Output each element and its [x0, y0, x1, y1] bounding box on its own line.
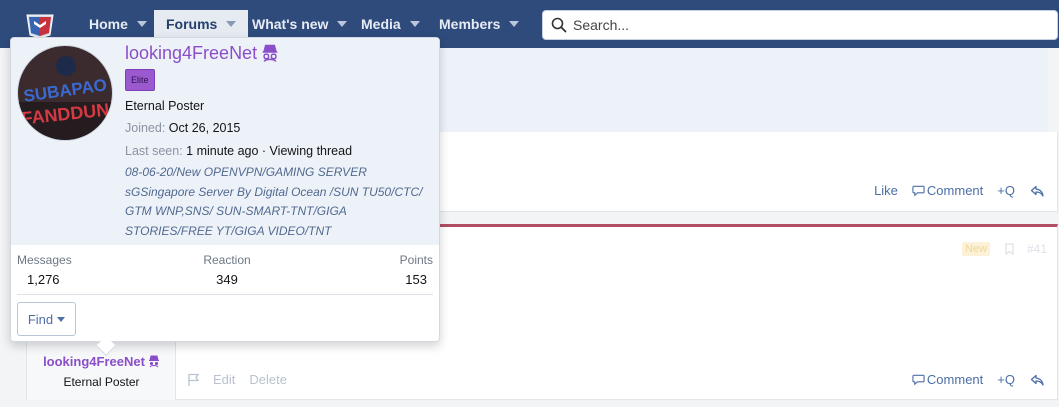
post-mod-actions: Edit Delete — [187, 372, 301, 387]
stat-reaction: Reaction 349 — [203, 253, 251, 287]
comment-button[interactable]: Comment — [912, 183, 983, 198]
chevron-down-icon[interactable] — [337, 21, 348, 27]
stat-messages: Messages 1,276 — [17, 253, 72, 287]
comment-icon — [912, 374, 925, 386]
reply-icon — [1030, 374, 1044, 386]
nav-tab-forums[interactable]: Forums — [154, 10, 249, 38]
chevron-down-icon[interactable] — [136, 21, 147, 27]
member-tooltip: SUBAPAO FANDDUN looking4FreeNet Elite Et… — [10, 37, 440, 356]
site-logo-icon[interactable] — [25, 11, 55, 39]
stat-points: Points 153 — [399, 253, 433, 287]
delete-button[interactable]: Delete — [249, 372, 287, 387]
chevron-down-icon[interactable] — [226, 21, 237, 27]
comment-icon — [912, 185, 925, 197]
tooltip-joined: Joined: Oct 26, 2015 — [125, 121, 241, 135]
nav-tab-home[interactable]: Home — [77, 10, 159, 38]
reply-button[interactable] — [1029, 184, 1047, 198]
quote-button[interactable]: +Q — [997, 183, 1015, 198]
nav-tab-members[interactable]: Members — [427, 10, 531, 38]
chevron-down-icon[interactable] — [409, 21, 420, 27]
tooltip-last-seen: Last seen: 1 minute ago · Viewing thread — [125, 144, 353, 158]
incognito-icon — [262, 44, 278, 63]
comment-button[interactable]: Comment — [912, 372, 983, 387]
post-meta: New #41 — [961, 242, 1047, 256]
new-badge: New — [961, 242, 990, 256]
bookmark-icon[interactable] — [1004, 243, 1015, 255]
post-actions: Comment +Q — [912, 372, 1047, 387]
reply-button[interactable] — [1029, 373, 1047, 387]
tooltip-user-title: Eternal Poster — [125, 99, 205, 113]
report-flag-icon[interactable] — [187, 373, 201, 387]
avatar[interactable]: SUBAPAO FANDDUN — [17, 45, 113, 141]
find-menu-button[interactable]: Find — [17, 302, 76, 336]
post-number[interactable]: #41 — [1027, 242, 1047, 256]
poster-username[interactable]: looking4FreeNet — [27, 354, 176, 369]
edit-button[interactable]: Edit — [213, 372, 235, 387]
search-box[interactable] — [542, 10, 1058, 40]
quote-button[interactable]: +Q — [997, 372, 1015, 387]
tooltip-signature: 08-06-20/New OPENVPN/GAMING SERVER sGSin… — [125, 165, 423, 238]
post-actions: Like Comment +Q — [874, 183, 1047, 198]
avatar-image: SUBAPAO FANDDUN — [18, 46, 112, 140]
user-banner-badge: Elite — [125, 69, 155, 91]
notice-area — [440, 48, 1048, 132]
search-icon — [551, 17, 567, 33]
nav-tab-whats-new[interactable]: What's new — [240, 10, 359, 38]
like-button[interactable]: Like — [874, 183, 898, 198]
reply-icon — [1030, 185, 1044, 197]
tooltip-username[interactable]: looking4FreeNet — [125, 43, 279, 64]
member-stats: Messages 1,276 Reaction 349 Points 153 — [17, 253, 433, 295]
chevron-down-icon[interactable] — [509, 21, 520, 27]
poster-user-title: Eternal Poster — [63, 375, 140, 389]
search-input[interactable] — [573, 17, 1033, 33]
nav-tab-media[interactable]: Media — [349, 10, 432, 38]
member-tooltip-header: SUBAPAO FANDDUN looking4FreeNet Elite Et… — [11, 38, 439, 245]
incognito-icon — [148, 355, 159, 368]
chevron-down-icon — [57, 316, 66, 322]
